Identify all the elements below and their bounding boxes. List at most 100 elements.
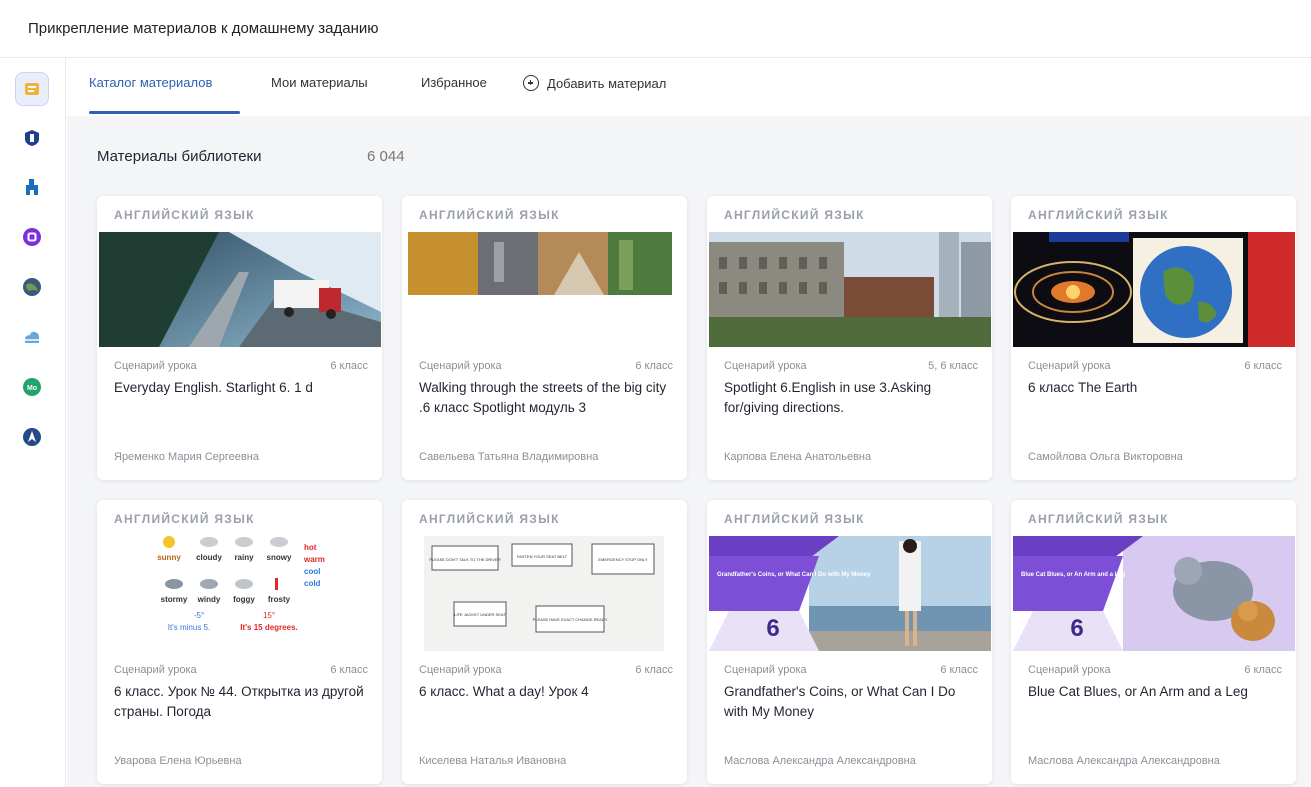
material-card[interactable]: Английский язык sunny cloudy rainy snowy…	[97, 500, 382, 784]
material-card[interactable]: Английский язык 6 Blue Cat Blues, or An …	[1011, 500, 1296, 784]
left-rail: Mo	[0, 58, 66, 787]
card-thumbnail	[99, 232, 381, 347]
weather-word: cloudy	[196, 553, 222, 562]
card-title: Blue Cat Blues, or An Arm and a Leg	[1028, 684, 1248, 699]
material-card[interactable]: Английский язык Сценарий урока 6 класс 6…	[1011, 196, 1296, 480]
card-subject: Английский язык	[1028, 208, 1169, 222]
card-type: Сценарий урока	[114, 360, 197, 372]
card-author: Уварова Елена Юрьевна	[114, 755, 242, 767]
globe-app-button[interactable]	[15, 270, 49, 304]
card-subject: Английский язык	[724, 512, 865, 526]
card-grade: 6 класс	[1244, 664, 1282, 676]
compass-icon	[23, 428, 41, 446]
card-subject: Английский язык	[1028, 512, 1169, 526]
card-subject: Английский язык	[419, 512, 560, 526]
card-title: 6 класс. What a day! Урок 4	[419, 684, 589, 699]
sign-text: LIFE JACKET UNDER SEAT	[454, 612, 506, 617]
unit-number: 6	[766, 615, 779, 642]
add-material-label: Добавить материал	[547, 76, 667, 91]
material-card[interactable]: Английский язык 6 Grandfather's Coins, o…	[707, 500, 992, 784]
card-grade: 6 класс	[330, 664, 368, 676]
card-grade: 6 класс	[635, 360, 673, 372]
thumb-title-overlay: Grandfather's Coins, or What Can I Do wi…	[717, 572, 871, 578]
card-grade: 6 класс	[1244, 360, 1282, 372]
library-count: 6 044	[367, 148, 405, 165]
card-subject: Английский язык	[114, 208, 255, 222]
card-title: Walking through the streets of the big c…	[419, 380, 667, 415]
purple-app-icon	[23, 228, 41, 246]
weather-word: sunny	[157, 553, 181, 562]
add-circle-icon	[523, 75, 539, 91]
card-author: Савельева Татьяна Владимировна	[419, 451, 599, 463]
weather-word: windy	[197, 595, 221, 604]
material-card[interactable]: Английский язык Сценарий урока 5, 6 клас…	[707, 196, 992, 480]
card-type: Сценарий урока	[1028, 360, 1111, 372]
temperature-caption: It's minus 5.	[168, 623, 210, 632]
blue-shield-icon	[25, 130, 39, 146]
sign-text: PLEASE HAVE EXACT CHANGE READY	[533, 617, 608, 622]
weather-word: stormy	[161, 595, 188, 604]
sign-text: PLEASE DON'T TALK TO THE DRIVER	[429, 557, 500, 562]
cloud-icon	[25, 331, 39, 343]
card-type: Сценарий урока	[419, 664, 502, 676]
card-thumbnail	[404, 232, 686, 347]
mo-app-button[interactable]: Mo	[15, 370, 49, 404]
thumb-title-overlay: Blue Cat Blues, or An Arm and a Leg	[1021, 572, 1126, 578]
weather-word: hot	[304, 543, 317, 552]
weather-word: cold	[304, 579, 321, 588]
card-type: Сценарий урока	[724, 360, 807, 372]
library-icon	[25, 83, 39, 95]
weather-word: rainy	[234, 553, 254, 562]
figure-app-button[interactable]	[15, 170, 49, 204]
card-grade: 6 класс	[635, 664, 673, 676]
weather-word: snowy	[267, 553, 292, 562]
temperature-label: -5°	[194, 611, 204, 620]
purple-app-button[interactable]	[15, 220, 49, 254]
card-title: 6 класс. Урок № 44. Открытка из другой с…	[114, 684, 364, 719]
card-thumbnail	[1013, 232, 1295, 347]
weather-word: cool	[304, 567, 320, 576]
add-material-button[interactable]: Добавить материал	[523, 75, 666, 91]
card-author: Яременко Мария Сергеевна	[114, 451, 259, 463]
active-tab-indicator	[89, 111, 240, 114]
cloud-app-button[interactable]	[15, 320, 49, 354]
card-grade: 6 класс	[330, 360, 368, 372]
top-bar: Прикрепление материалов к домашнему зада…	[0, 0, 1311, 58]
card-author: Маслова Александра Александровна	[1028, 755, 1220, 767]
compass-app-button[interactable]	[15, 420, 49, 454]
card-title: Everyday English. Starlight 6. 1 d	[114, 380, 313, 395]
material-card[interactable]: Английский язык PLEASE DON'T TALK TO THE…	[402, 500, 687, 784]
card-thumbnail	[709, 232, 991, 347]
card-type: Сценарий урока	[724, 664, 807, 676]
card-title: Spotlight 6.English in use 3.Asking for/…	[724, 380, 932, 415]
tab-favorites[interactable]: Избранное	[421, 75, 487, 90]
sign-text: FASTEN YOUR SEAT BELT	[517, 554, 568, 559]
card-type: Сценарий урока	[114, 664, 197, 676]
card-author: Киселева Наталья Ивановна	[419, 755, 567, 767]
card-thumbnail: PLEASE DON'T TALK TO THE DRIVER FASTEN Y…	[404, 536, 686, 651]
card-author: Маслова Александра Александровна	[724, 755, 916, 767]
svg-text:Mo: Mo	[27, 385, 37, 392]
page-title: Прикрепление материалов к домашнему зада…	[28, 20, 379, 37]
card-subject: Английский язык	[724, 208, 865, 222]
card-grade: 6 класс	[940, 664, 978, 676]
material-card[interactable]: Английский язык Сценарий урока 6 класс W…	[402, 196, 687, 480]
temperature-label: 15°	[263, 611, 275, 620]
material-card[interactable]: Английский язык Сценарий урока 6 класс E…	[97, 196, 382, 480]
card-type: Сценарий урока	[419, 360, 502, 372]
main-area: Каталог материалов Мои материалы Избранн…	[67, 58, 1311, 787]
card-title: Grandfather's Coins, or What Can I Do wi…	[724, 684, 956, 719]
mo-icon: Mo	[23, 378, 41, 396]
card-author: Карпова Елена Анатольевна	[724, 451, 872, 463]
tab-bar: Каталог материалов Мои материалы Избранн…	[67, 58, 1311, 116]
tab-my-materials[interactable]: Мои материалы	[271, 75, 368, 90]
library-app-button[interactable]	[15, 72, 49, 106]
card-type: Сценарий урока	[1028, 664, 1111, 676]
library-title: Материалы библиотеки	[97, 148, 262, 165]
shield-app-button[interactable]	[15, 121, 49, 155]
tab-catalog[interactable]: Каталог материалов	[89, 75, 212, 90]
weather-word: foggy	[233, 595, 255, 604]
card-thumbnail: 6 Grandfather's Coins, or What Can I Do …	[709, 536, 991, 651]
sign-text: EMERGENCY STOP ONLY	[598, 557, 648, 562]
globe-icon	[23, 278, 41, 296]
